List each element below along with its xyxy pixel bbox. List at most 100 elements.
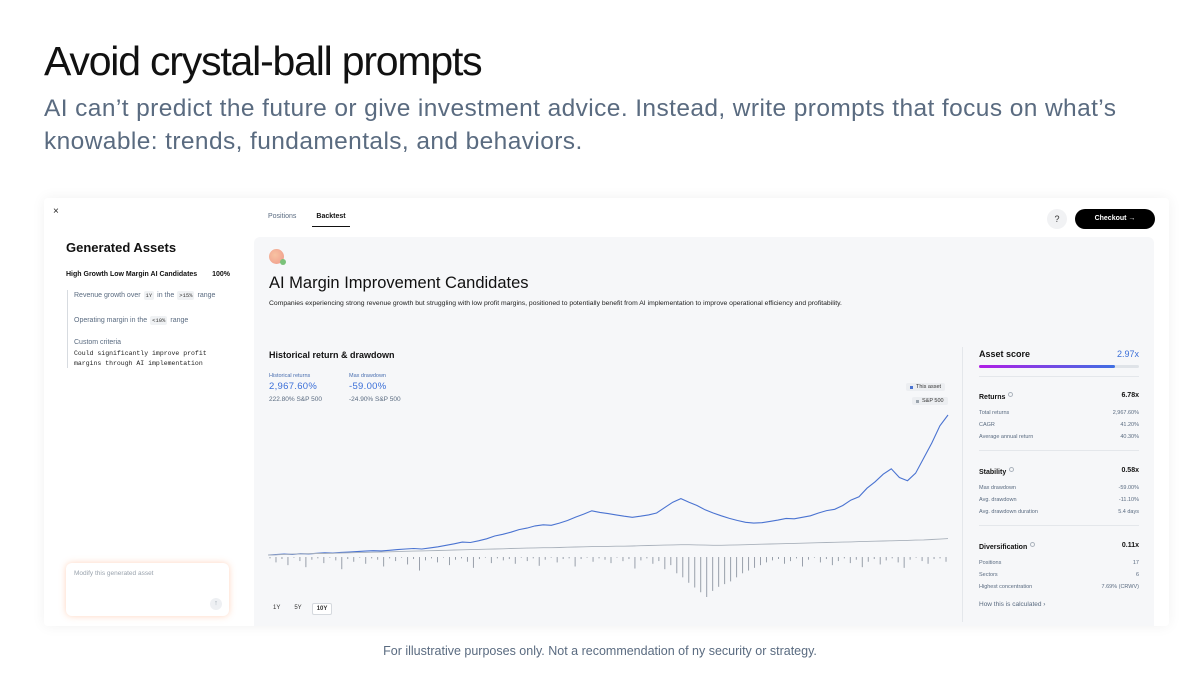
metric-key: Avg. drawdown: [979, 497, 1017, 503]
metric-row: Max drawdown -59.00%: [979, 485, 1139, 491]
strategy-percent: 100%: [212, 271, 230, 278]
metric-key: Avg. drawdown duration: [979, 509, 1038, 515]
custom-criteria-text: Could significantly improve profit margi…: [74, 349, 227, 368]
generated-assets-title: Generated Assets: [66, 240, 177, 255]
metric-title: Diversification: [979, 536, 1036, 554]
metric-score: 0.11x: [1121, 541, 1139, 549]
metric-name: Returns: [979, 394, 1006, 401]
asset-score-value: 2.97x: [1116, 349, 1139, 359]
metric-key: Highest concentration: [979, 584, 1033, 590]
criterion-text: range: [197, 291, 216, 299]
metric-name: Diversification: [979, 544, 1028, 551]
range-selector: 1Y 5Y 10Y: [269, 603, 333, 615]
metric-row: CAGR 41.20%: [979, 422, 1139, 428]
metric-key: Max drawdown: [979, 485, 1016, 491]
panel-divider: [962, 347, 963, 622]
custom-criteria-label: Custom criteria: [74, 339, 122, 346]
criterion-chip[interactable]: 1Y: [143, 290, 155, 300]
metric-row: Average annual return 40.30%: [979, 434, 1139, 440]
return-drawdown-chart[interactable]: [268, 387, 950, 597]
divider: [979, 525, 1139, 526]
metric-value: 6: [1135, 572, 1139, 578]
strategy-row[interactable]: High Growth Low Margin AI Candidates 100…: [66, 271, 230, 278]
asset-score-header: Asset score 2.97x: [979, 349, 1139, 359]
metric-key: Average annual return: [979, 434, 1034, 440]
metric-row: Avg. drawdown duration 5.4 days: [979, 509, 1139, 515]
series-line-sp500: [268, 538, 949, 556]
stat-label: Max drawdown: [349, 373, 386, 379]
info-icon[interactable]: [1008, 392, 1014, 398]
metric-value: 41.20%: [1120, 422, 1139, 428]
criterion-text: Revenue growth over: [74, 291, 141, 299]
criterion-text: range: [170, 316, 189, 324]
asset-score-fill: [979, 365, 1115, 368]
metric-value: -11.10%: [1118, 497, 1139, 503]
metric-name: Stability: [979, 469, 1007, 476]
metric-value: 5.4 days: [1118, 509, 1139, 515]
slide-subtitle: AI can’t predict the future or give inve…: [44, 95, 1117, 155]
stat-label: Historical returns: [269, 373, 311, 379]
metric-row: Avg. drawdown -11.10%: [979, 497, 1139, 503]
tab-backtest[interactable]: Backtest: [312, 213, 350, 227]
tab-positions[interactable]: Positions: [268, 213, 296, 227]
criterion-chip[interactable]: <10%: [150, 315, 168, 325]
metric-row: Total returns 2,967.60%: [979, 410, 1139, 416]
info-icon[interactable]: [1030, 542, 1036, 548]
divider: [979, 450, 1139, 451]
sparkle-icon: [280, 259, 286, 265]
asset-score-panel: Asset score 2.97x Returns 6.78x Total re…: [979, 349, 1139, 608]
metric-title: Returns: [979, 386, 1014, 404]
metric-row: Positions 17: [979, 560, 1139, 566]
criterion-operating-margin: Operating margin in the <10% range: [74, 315, 227, 325]
metric-header: Returns 6.78x: [979, 386, 1139, 404]
metric-value: 17: [1132, 560, 1139, 566]
divider: [979, 376, 1139, 377]
custom-criteria-line: Could significantly improve profit: [74, 350, 207, 357]
asset-score-bar: [979, 365, 1139, 368]
metric-value: 7.69% (CRWV): [1101, 584, 1140, 590]
help-button[interactable]: ?: [1047, 209, 1067, 229]
footnote: For illustrative purposes only. Not a re…: [383, 644, 817, 658]
metric-value: -59.00%: [1118, 485, 1140, 491]
app-window: × Generated Assets High Growth Low Margi…: [44, 198, 1169, 626]
metric-row: Highest concentration 7.69% (CRWV): [979, 584, 1139, 590]
modify-asset-placeholder: Modify this generated asset: [74, 570, 154, 577]
metric-score: 0.58x: [1121, 466, 1139, 474]
metric-key: Sectors: [979, 572, 998, 578]
asset-description: Companies experiencing strong revenue gr…: [269, 300, 842, 307]
metric-key: Positions: [979, 560, 1002, 566]
metric-group-returns: Returns 6.78x Total returns 2,967.60% CAG…: [979, 386, 1139, 441]
metric-row: Sectors 6: [979, 572, 1139, 578]
criterion-text: Operating margin in the: [74, 316, 148, 324]
criterion-text: in the: [157, 291, 175, 299]
metric-header: Stability 0.58x: [979, 461, 1139, 479]
range-1y-button[interactable]: 1Y: [269, 603, 284, 615]
strategy-name: High Growth Low Margin AI Candidates: [66, 271, 198, 278]
metric-value: 2,967.60%: [1112, 410, 1139, 416]
asset-title: AI Margin Improvement Candidates: [269, 274, 529, 292]
series-line-this-asset: [268, 414, 949, 556]
modify-asset-input[interactable]: Modify this generated asset ↑: [66, 563, 229, 616]
info-icon[interactable]: [1009, 467, 1015, 473]
range-10y-button[interactable]: 10Y: [311, 603, 333, 615]
tab-bar: Positions Backtest: [268, 213, 370, 227]
metric-key: CAGR: [979, 422, 995, 428]
checkout-button[interactable]: Checkout →: [1075, 209, 1155, 229]
metric-score: 6.78x: [1121, 391, 1139, 399]
how-calculated-link[interactable]: How this is calculated ›: [979, 601, 1139, 608]
criterion-revenue-growth: Revenue growth over 1Y in the >15% range: [74, 290, 227, 300]
range-5y-button[interactable]: 5Y: [290, 603, 305, 615]
metric-title: Stability: [979, 461, 1015, 479]
asset-score-label: Asset score: [979, 349, 1031, 359]
send-arrow-icon[interactable]: ↑: [210, 598, 222, 610]
custom-criteria-line: margins through AI implementation: [74, 359, 203, 367]
left-panel: Generated Assets High Growth Low Margin …: [44, 198, 254, 626]
criteria-list: Revenue growth over 1Y in the >15% range…: [67, 290, 227, 368]
metric-header: Diversification 0.11x: [979, 536, 1139, 554]
backtest-panel: AI Margin Improvement Candidates Compani…: [254, 237, 1154, 626]
metric-group-diversification: Diversification 0.11x Positions 17 Sector…: [979, 536, 1139, 591]
chart-title: Historical return & drawdown: [269, 350, 395, 360]
metric-value: 40.30%: [1120, 434, 1139, 440]
metric-key: Total returns: [979, 410, 1010, 416]
criterion-chip[interactable]: >15%: [177, 290, 195, 300]
